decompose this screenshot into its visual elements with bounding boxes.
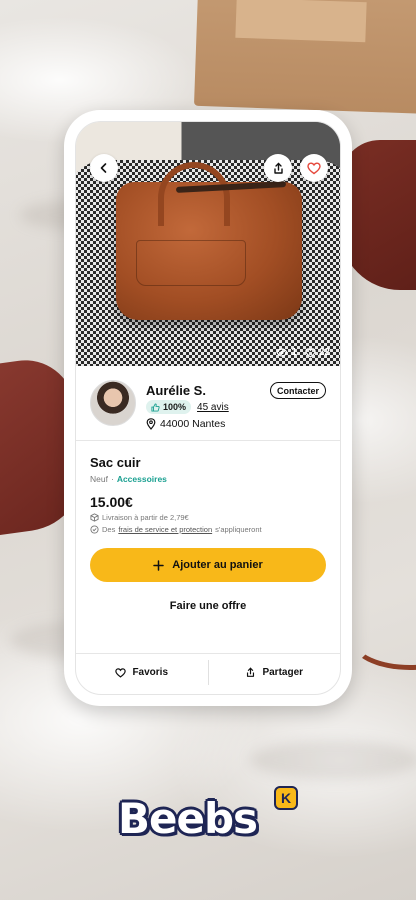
views-count: 1 — [276, 347, 297, 358]
likes-count: 22 — [305, 347, 330, 358]
share-photo-button[interactable] — [264, 154, 292, 182]
brand-name: Beebs — [118, 793, 258, 843]
brand-mark-icon: K — [274, 786, 298, 810]
phone-frame: 1 22 Aurélie S. Contacter 100% 45 avis 4… — [64, 110, 352, 706]
back-button[interactable] — [90, 154, 118, 182]
share-button[interactable]: Partager — [209, 654, 341, 691]
chevron-left-icon — [100, 163, 107, 173]
views-value: 1 — [291, 347, 297, 358]
contact-button[interactable]: Contacter — [269, 382, 326, 399]
item-price: 15.00€ — [90, 494, 133, 510]
seller-section: Aurélie S. Contacter 100% 45 avis 44000 … — [76, 366, 340, 440]
eye-icon — [276, 348, 288, 357]
shipping-text: Livraison à partir de 2,79€ — [102, 513, 189, 522]
plus-icon — [153, 559, 165, 571]
share-icon — [247, 667, 255, 677]
item-details: Sac cuir Neuf · Accessoires 15.00€ Livra… — [76, 441, 340, 534]
favorites-button[interactable]: Favoris — [76, 654, 208, 691]
shield-icon — [90, 525, 99, 534]
share-icon — [273, 162, 283, 174]
heart-icon — [307, 161, 321, 174]
meta-separator: · — [110, 474, 114, 484]
fees-suffix: s'appliqueront — [215, 525, 262, 534]
avatar[interactable] — [90, 380, 136, 426]
product-screen: 1 22 Aurélie S. Contacter 100% 45 avis 4… — [75, 121, 341, 695]
photo-bag-pocket — [136, 240, 246, 286]
add-to-cart-label: Ajouter au panier — [172, 559, 263, 571]
bottom-divider — [86, 694, 330, 695]
package-icon — [90, 513, 99, 522]
item-meta: Neuf · Accessoires — [90, 474, 326, 484]
rating-value: 100% — [163, 402, 187, 412]
fees-prefix: Des — [102, 525, 116, 534]
item-category-link[interactable]: Accessoires — [117, 474, 167, 484]
photo-bag-handle — [158, 162, 230, 226]
heart-outline-icon — [305, 347, 316, 358]
shipping-line: Livraison à partir de 2,79€ — [90, 513, 326, 522]
rating-badge: 100% — [146, 400, 192, 414]
likes-value: 22 — [318, 347, 330, 358]
fees-link[interactable]: frais de service et protection — [118, 525, 212, 534]
make-offer-button[interactable]: Faire une offre — [90, 592, 326, 620]
sheet-fold — [250, 740, 416, 780]
photo-stats: 1 22 — [276, 347, 330, 358]
item-condition: Neuf — [90, 474, 108, 484]
add-to-cart-button[interactable]: Ajouter au panier — [90, 548, 326, 582]
seller-name[interactable]: Aurélie S. — [146, 383, 206, 398]
item-title: Sac cuir — [90, 455, 141, 470]
cardboard-tape — [235, 0, 367, 43]
location-row: 44000 Nantes — [146, 418, 225, 430]
favorites-label: Favoris — [132, 667, 169, 678]
bottom-action-bar: Favoris Partager — [76, 653, 340, 691]
brand-logo: Beebs K — [118, 786, 298, 846]
product-photo[interactable]: 1 22 — [76, 122, 340, 366]
thumbs-up-icon — [151, 402, 160, 412]
fees-line: Des frais de service et protection s'app… — [90, 525, 326, 534]
rating-row: 100% 45 avis — [146, 400, 229, 414]
heart-outline-icon — [115, 667, 127, 678]
location-text: 44000 Nantes — [160, 418, 226, 430]
like-button[interactable] — [300, 154, 328, 182]
location-pin-icon — [146, 418, 156, 430]
reviews-link[interactable]: 45 avis — [197, 402, 229, 413]
share-label: Partager — [262, 667, 304, 678]
